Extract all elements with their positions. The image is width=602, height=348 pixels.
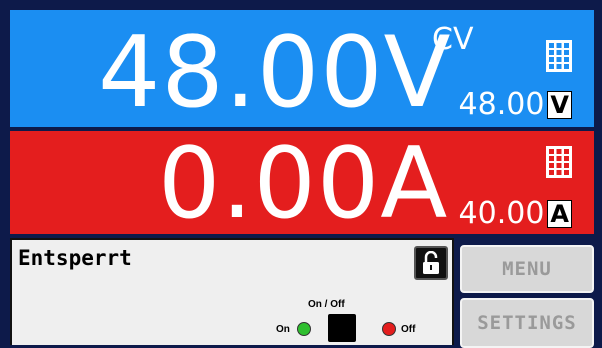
unlocked-padlock-icon[interactable] [414, 246, 448, 280]
output-toggle-button[interactable] [328, 314, 356, 342]
output-label: On / Off [308, 299, 345, 310]
voltage-panel[interactable]: 48.00V CV 48.00 V [10, 10, 594, 127]
on-label: On [276, 324, 290, 335]
off-label: Off [401, 324, 416, 335]
current-panel[interactable]: 0.00A 40.00 A [10, 131, 594, 234]
off-led-icon [382, 322, 396, 336]
lock-status-text: Entsperrt [18, 246, 132, 270]
status-panel: Entsperrt On / Off On Off [10, 238, 454, 345]
actual-voltage: 48.00V [98, 16, 452, 130]
menu-button[interactable]: MENU [460, 245, 594, 293]
voltage-unit: V [547, 91, 572, 119]
regulation-mode: CV [432, 22, 474, 57]
current-setpoint[interactable]: 40.00 A [459, 199, 572, 229]
current-unit: A [547, 200, 572, 228]
settings-button[interactable]: SETTINGS [460, 298, 594, 348]
keypad-icon[interactable] [546, 40, 572, 72]
keypad-icon[interactable] [546, 146, 572, 178]
actual-current: 0.00A [158, 127, 449, 241]
current-setpoint-value: 40.00 [458, 196, 545, 231]
voltage-setpoint-value: 48.00 [458, 87, 545, 122]
voltage-setpoint[interactable]: 48.00 V [459, 90, 572, 120]
on-led-icon [297, 322, 311, 336]
